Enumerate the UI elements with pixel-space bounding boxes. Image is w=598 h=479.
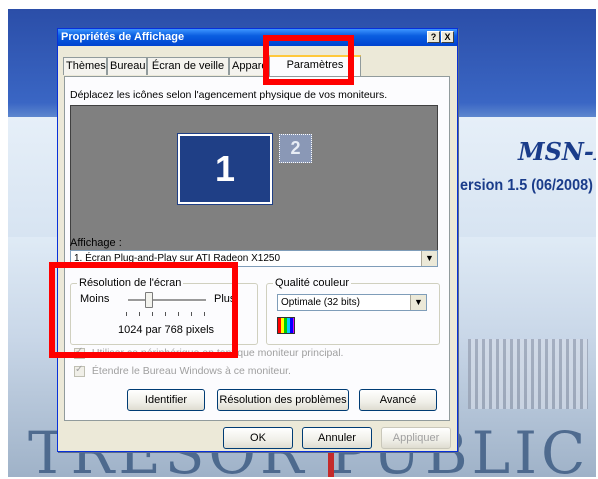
resolution-value: 1024 par 768 pixels: [118, 324, 215, 336]
cancel-button[interactable]: Annuler: [302, 427, 372, 449]
color-quality-group-title: Qualité couleur: [273, 277, 351, 289]
resolution-less-label: Moins: [80, 293, 110, 305]
close-button[interactable]: X: [441, 31, 454, 43]
apply-button[interactable]: Appliquer: [381, 427, 451, 449]
extend-desktop-checkbox-label: Étendre le Bureau Windows à ce moniteur.: [91, 365, 291, 377]
chevron-down-icon: ▼: [421, 251, 437, 266]
display-select-value: 1. Écran Plug-and-Play sur ATI Radeon X1…: [74, 253, 281, 264]
primary-monitor-checkbox-row[interactable]: Utiliser ce périphérique en tant que mon…: [74, 346, 344, 360]
extend-desktop-checkbox-row[interactable]: Étendre le Bureau Windows à ce moniteur.: [74, 364, 291, 378]
monitor-instruction: Déplacez les icônes selon l'agencement p…: [70, 89, 388, 101]
ok-button[interactable]: OK: [223, 427, 293, 449]
desktop-app-version: ersion 1.5 (06/2008): [460, 177, 593, 194]
color-quality-group: Qualité couleur: [266, 277, 440, 345]
dialog-title: Propriétés de Affichage: [61, 31, 185, 43]
dialog-titlebar[interactable]: Propriétés de Affichage ? X: [58, 29, 457, 46]
resolution-slider-ticks: [126, 312, 208, 316]
color-quality-select[interactable]: Optimale (32 bits) ▼: [277, 294, 427, 311]
monitor-2-icon[interactable]: 2: [279, 134, 312, 163]
tab-themes[interactable]: Thèmes: [63, 57, 107, 75]
tab-desktop[interactable]: Bureau: [107, 57, 147, 75]
resolution-more-label: Plus: [214, 293, 236, 305]
display-select[interactable]: 1. Écran Plug-and-Play sur ATI Radeon X1…: [70, 250, 438, 267]
primary-monitor-checkbox[interactable]: [74, 346, 85, 359]
tab-settings[interactable]: Paramètres: [269, 55, 361, 76]
resolution-group-title: Résolution de l'écran: [77, 277, 184, 289]
advanced-button[interactable]: Avancé: [359, 389, 437, 411]
display-properties-dialog: Propriétés de Affichage ? X Thèmes Burea…: [57, 28, 458, 452]
desktop-banner-red-bar: [328, 449, 334, 477]
resolution-slider-thumb[interactable]: [145, 292, 153, 308]
tab-screensaver[interactable]: Écran de veille: [147, 57, 229, 75]
display-label: Affichage :: [70, 237, 122, 249]
troubleshoot-button[interactable]: Résolution des problèmes: [217, 389, 349, 411]
desktop-app-title: MSN-RL: [518, 137, 596, 166]
identify-button[interactable]: Identifier: [127, 389, 205, 411]
primary-monitor-checkbox-label: Utiliser ce périphérique en tant que mon…: [91, 347, 344, 359]
tab-appearance[interactable]: Apparence: [229, 57, 285, 75]
color-quality-value: Optimale (32 bits): [281, 297, 360, 308]
help-button[interactable]: ?: [427, 31, 440, 43]
extend-desktop-checkbox[interactable]: [74, 364, 85, 377]
chevron-down-icon: ▼: [410, 295, 426, 310]
building-image: [468, 339, 588, 409]
monitor-arrangement-area: 1 2: [70, 105, 438, 258]
resolution-slider-track[interactable]: [128, 299, 206, 302]
color-spectrum-icon: [277, 317, 295, 334]
monitor-1-icon[interactable]: 1: [178, 134, 272, 204]
